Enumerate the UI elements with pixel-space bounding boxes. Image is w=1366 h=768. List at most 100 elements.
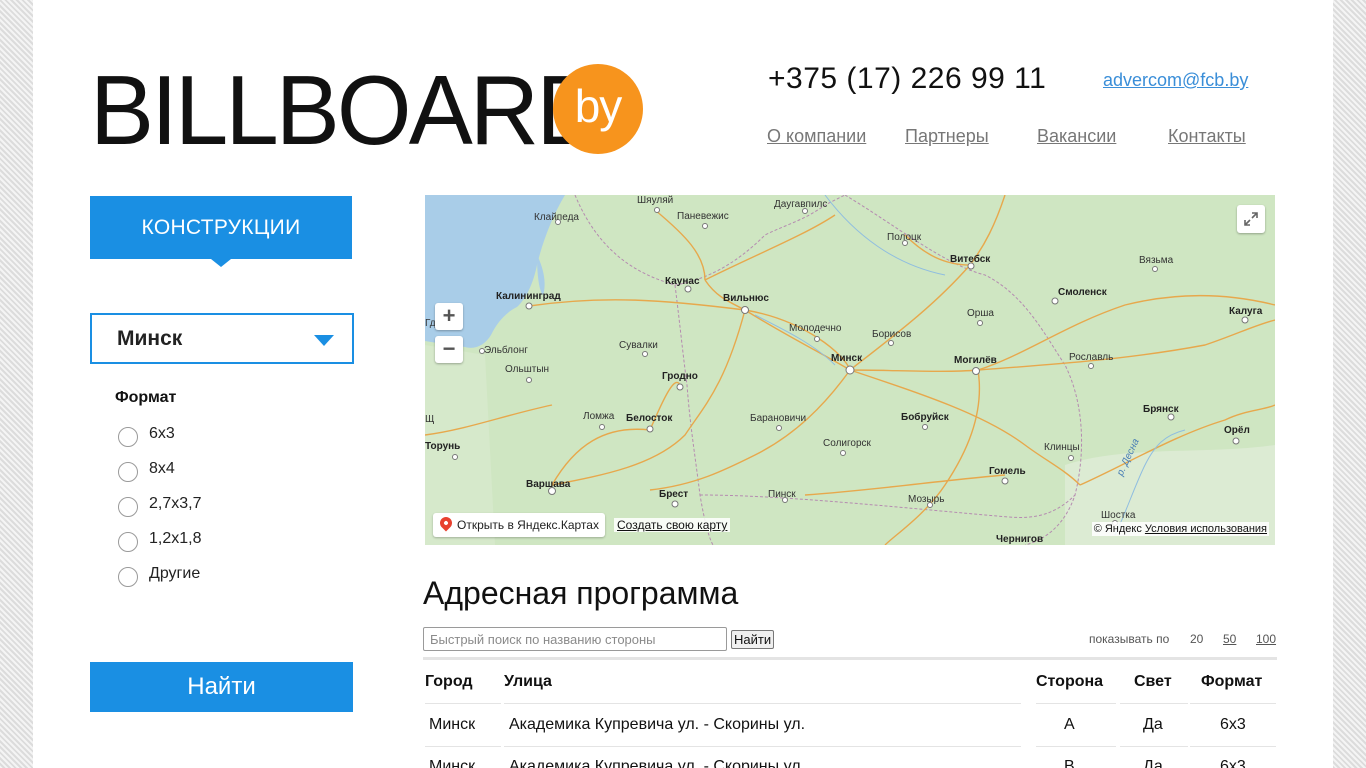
create-map-link[interactable]: Создать свою карту — [614, 518, 731, 532]
map-city-label: Витебск — [950, 254, 991, 265]
column-header-side[interactable]: Сторона — [1036, 673, 1103, 691]
map-city-label: Брест — [659, 489, 689, 500]
city-select-value: Минск — [117, 327, 183, 350]
find-button[interactable]: Найти — [90, 662, 353, 712]
format-option-label: 6x3 — [149, 425, 175, 442]
page-size-label: показывать по — [1089, 632, 1170, 646]
search-button[interactable]: Найти — [731, 630, 775, 649]
map-city-label: Молодечно — [789, 323, 842, 334]
map-city-label: Борисов — [872, 329, 912, 340]
map-city-label: Смоленск — [1058, 287, 1107, 298]
radio-button[interactable] — [118, 532, 138, 552]
divider — [1120, 703, 1188, 704]
map-city-label: Калуга — [1229, 306, 1263, 317]
nav-item-vacancies[interactable]: Вакансии — [1037, 126, 1116, 147]
email-link[interactable]: advercom@fcb.by — [1103, 70, 1248, 91]
map-city-label: Белосток — [626, 413, 673, 424]
page-size-100[interactable]: 100 — [1256, 632, 1276, 646]
cell-format: 6x3 — [1220, 716, 1246, 733]
copyright-text: © Яндекс — [1093, 523, 1142, 535]
map-city-label: Варшава — [526, 479, 571, 490]
column-header-city[interactable]: Город — [425, 673, 473, 691]
divider — [425, 746, 501, 747]
map-city-label: Клинцы — [1044, 442, 1080, 453]
zoom-in-button[interactable]: + — [435, 303, 463, 330]
map-city-label: Щ — [425, 414, 435, 425]
map-city-label: Ломжа — [583, 411, 615, 422]
column-header-format[interactable]: Формат — [1201, 673, 1262, 691]
cell-side: В — [1064, 758, 1075, 768]
cell-city: Минск — [429, 758, 476, 768]
divider — [1190, 703, 1276, 704]
format-option-label: 2,7x3,7 — [149, 495, 202, 512]
map-city-label: Бобруйск — [901, 412, 949, 423]
map-city-label: Полоцк — [887, 232, 922, 243]
map-city-label: Минск — [831, 353, 863, 364]
map-city-label: Гродно — [662, 371, 698, 382]
map-city-label: Рославль — [1069, 352, 1114, 363]
map-city-label: Вильнюс — [723, 293, 769, 304]
terms-link[interactable]: Условия использования — [1145, 523, 1267, 535]
constructions-tab[interactable]: КОНСТРУКЦИИ — [90, 196, 352, 267]
map-city-label: Торунь — [425, 441, 461, 452]
map-city-label: Шяуляй — [637, 195, 674, 206]
radio-button[interactable] — [118, 427, 138, 447]
column-header-light[interactable]: Свет — [1134, 673, 1172, 691]
radio-button[interactable] — [118, 567, 138, 587]
map-city-label: Чернигов — [996, 534, 1044, 545]
cell-light: Да — [1143, 758, 1163, 768]
map-city-label: Мозырь — [908, 494, 945, 505]
cell-light: Да — [1143, 716, 1163, 733]
map-city-label: Гомель — [989, 466, 1026, 477]
nav-item-about[interactable]: О компании — [767, 126, 866, 147]
map-city-label: Гд — [425, 318, 436, 329]
map-copyright: © Яндекс Условия использования — [1091, 522, 1269, 536]
page: BILLBOARD by +375 (17) 226 99 11 adverco… — [33, 0, 1333, 768]
quick-search-input[interactable] — [423, 627, 727, 651]
map-background — [425, 195, 1275, 545]
map-city-label: Пинск — [768, 489, 796, 500]
logo-badge: by — [553, 64, 643, 154]
map-city-label: Могилёв — [954, 355, 997, 366]
divider — [1036, 703, 1116, 704]
map-city-label: Шостка — [1101, 510, 1136, 521]
table-top-divider — [423, 657, 1277, 660]
map-city-label: Паневежис — [677, 211, 729, 222]
map-city-label: Калининград — [496, 291, 561, 302]
map-city-label: Сувалки — [619, 340, 658, 351]
open-in-yandex-button[interactable]: Открыть в Яндекс.Картах — [433, 513, 605, 537]
radio-button[interactable] — [118, 462, 138, 482]
divider — [1120, 746, 1188, 747]
map-city-label: Ольштын — [505, 364, 550, 375]
divider — [504, 746, 1021, 747]
divider — [1036, 746, 1116, 747]
phone-number: +375 (17) 226 99 11 — [768, 62, 1047, 95]
format-filter-title: Формат — [115, 389, 177, 406]
expand-icon — [1244, 212, 1258, 226]
nav-item-contacts[interactable]: Контакты — [1168, 126, 1246, 147]
city-select[interactable]: Минск — [90, 313, 354, 364]
cell-street: Академика Купревича ул. - Скорины ул. — [509, 758, 806, 768]
map-city-label: Барановичи — [750, 413, 807, 424]
cell-city: Минск — [429, 716, 476, 733]
page-size-50[interactable]: 50 — [1223, 632, 1236, 646]
chevron-down-icon — [314, 335, 334, 346]
cell-street: Академика Купревича ул. - Скорины ул. — [509, 716, 806, 733]
format-option-label: 1,2x1,8 — [149, 530, 202, 547]
open-in-yandex-label: Открыть в Яндекс.Картах — [457, 518, 599, 532]
map-pin-icon — [437, 514, 455, 532]
map-city-label: Даугавпилс — [774, 199, 828, 210]
divider — [1190, 746, 1276, 747]
map-city-label: Орша — [967, 308, 994, 319]
map[interactable]: Шяуляй Клайпеда Паневежис Даугавпилс Пол… — [425, 195, 1275, 545]
column-header-street[interactable]: Улица — [504, 673, 552, 691]
map-city-label: Эльблонг — [484, 345, 528, 356]
page-size-20[interactable]: 20 — [1190, 632, 1203, 646]
nav-item-partners[interactable]: Партнеры — [905, 126, 989, 147]
zoom-out-button[interactable]: − — [435, 336, 463, 363]
radio-button[interactable] — [118, 497, 138, 517]
fullscreen-button[interactable] — [1237, 205, 1265, 233]
divider — [425, 703, 501, 704]
divider — [504, 703, 1021, 704]
cell-side: А — [1064, 716, 1075, 733]
